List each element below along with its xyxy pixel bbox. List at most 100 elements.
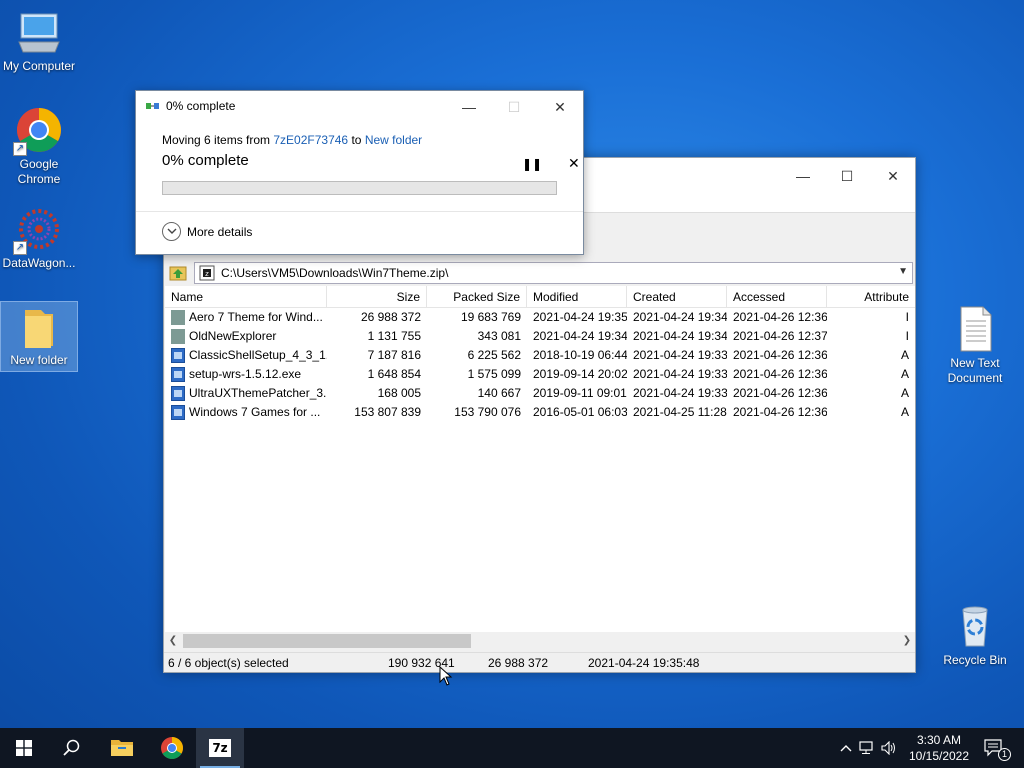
clock-date: 10/15/2022 <box>908 749 970 763</box>
file-accessed: 2021-04-26 12:36 <box>733 348 827 362</box>
file-accessed: 2021-04-26 12:36 <box>733 405 827 419</box>
cancel-icon[interactable]: ✕ <box>568 155 580 172</box>
zip-close-button[interactable]: ✕ <box>870 162 916 190</box>
file-name: Windows 7 Games for ... <box>189 405 321 419</box>
scroll-left-icon[interactable]: ❮ <box>165 632 181 650</box>
table-row[interactable]: Windows 7 Games for ... 153 807 839 153 … <box>165 403 915 422</box>
column-header-packed-size[interactable]: Packed Size <box>427 286 527 307</box>
table-row[interactable]: Aero 7 Theme for Wind... 26 988 372 19 6… <box>165 308 915 327</box>
shortcut-arrow-icon: ↗ <box>13 241 27 255</box>
file-packed-size: 1 575 099 <box>467 367 521 381</box>
file-packed-size: 6 225 562 <box>467 348 521 362</box>
up-folder-button[interactable] <box>166 262 190 284</box>
up-arrow-icon <box>169 266 187 281</box>
file-attribute: A <box>900 386 909 400</box>
progress-bar <box>162 181 557 195</box>
to-word: to <box>351 133 362 147</box>
table-row[interactable]: ClassicShellSetup_4_3_1.... 7 187 816 6 … <box>165 346 915 365</box>
table-row[interactable]: OldNewExplorer 1 131 755 343 081 2021-04… <box>165 327 915 346</box>
status-packed-size: 26 988 372 <box>488 656 549 670</box>
file-accessed: 2021-04-26 12:36 <box>733 367 827 381</box>
file-accessed: 2021-04-26 12:37 <box>733 329 827 343</box>
file-size: 1 648 854 <box>367 367 421 381</box>
desktop-icon-new-text-document[interactable]: New Text Document <box>937 305 1013 386</box>
file-size: 1 131 755 <box>367 329 421 343</box>
desktop-icon-datawagon[interactable]: ↗ DataWagon... <box>1 205 77 271</box>
status-bar: 6 / 6 object(s) selected 190 932 641 26 … <box>164 652 915 672</box>
chevron-up-icon[interactable] <box>836 741 856 755</box>
table-row[interactable]: UltraUXThemePatcher_3.... 168 005 140 66… <box>165 384 915 403</box>
file-packed-size: 140 667 <box>477 386 521 400</box>
search-button[interactable] <box>48 728 96 768</box>
taskbar-chrome[interactable] <box>148 728 196 768</box>
file-size: 26 988 372 <box>360 310 421 324</box>
address-bar[interactable]: z C:\Users\VM5\Downloads\Win7Theme.zip\ … <box>194 262 913 284</box>
network-icon[interactable] <box>856 741 878 755</box>
start-button[interactable] <box>0 728 48 768</box>
taskbar-file-explorer[interactable] <box>98 728 146 768</box>
taskbar: 7z 3:30 AM 10/15/2022 1 <box>0 728 1024 768</box>
file-name: OldNewExplorer <box>189 329 277 343</box>
file-modified: 2016-05-01 06:03 <box>533 405 627 419</box>
destination-link[interactable]: New folder <box>365 133 422 147</box>
zip-maximize-button[interactable]: ☐ <box>824 162 870 190</box>
executable-icon <box>171 348 185 363</box>
moving-prefix: Moving 6 items from <box>162 133 271 147</box>
folder-icon <box>15 306 63 350</box>
scroll-right-icon[interactable]: ❯ <box>899 632 915 650</box>
taskbar-7zip[interactable]: 7z <box>196 728 244 768</box>
desktop-icon-recycle-bin[interactable]: Recycle Bin <box>937 602 1013 668</box>
copy-progress-icon <box>146 103 159 109</box>
more-details-label: More details <box>187 224 253 239</box>
desktop-icon-label: Recycle Bin <box>943 653 1007 667</box>
scrollbar-thumb[interactable] <box>183 634 471 648</box>
chrome-icon: ↗ <box>13 106 63 156</box>
desktop-icon-google-chrome[interactable]: ↗ Google Chrome <box>1 106 77 187</box>
recycle-bin-icon <box>951 602 999 650</box>
desktop-icon-label: DataWagon... <box>2 256 76 270</box>
text-document-icon <box>951 305 999 353</box>
desktop-icon-new-folder[interactable]: New folder <box>0 301 78 372</box>
column-header-accessed[interactable]: Accessed <box>727 286 827 307</box>
horizontal-scrollbar[interactable]: ❮ ❯ <box>165 632 915 650</box>
table-row[interactable]: setup-wrs-1.5.12.exe 1 648 854 1 575 099… <box>165 365 915 384</box>
progress-body: Moving 6 items from 7zE02F73746 to New f… <box>162 133 580 171</box>
file-size: 153 807 839 <box>354 405 421 419</box>
datawagon-icon: ↗ <box>13 205 63 255</box>
file-attribute: I <box>905 329 909 343</box>
more-details-toggle[interactable]: More details <box>162 222 252 241</box>
shortcut-arrow-icon: ↗ <box>13 142 27 156</box>
7zip-label: 7z <box>212 741 228 755</box>
system-tray <box>836 728 900 768</box>
search-icon <box>63 739 80 756</box>
file-size: 7 187 816 <box>367 348 421 362</box>
file-packed-size: 343 081 <box>477 329 521 343</box>
progress-close-button[interactable]: ✕ <box>537 93 583 121</box>
desktop-icon-my-computer[interactable]: My Computer <box>1 8 77 74</box>
progress-title: 0% complete <box>166 99 236 113</box>
address-row: z C:\Users\VM5\Downloads\Win7Theme.zip\ … <box>164 260 915 286</box>
column-header-created[interactable]: Created <box>627 286 727 307</box>
file-created: 2021-04-24 19:34 <box>633 310 727 324</box>
column-header-name[interactable]: Name <box>165 286 327 307</box>
file-packed-size: 19 683 769 <box>460 310 521 324</box>
column-header-modified[interactable]: Modified <box>527 286 627 307</box>
volume-icon[interactable] <box>878 741 900 755</box>
chevron-down-icon[interactable]: ▼ <box>898 266 908 277</box>
pause-icon[interactable]: ❚❚ <box>522 157 542 171</box>
address-path: C:\Users\VM5\Downloads\Win7Theme.zip\ <box>221 266 449 280</box>
progress-maximize-button: ☐ <box>507 99 521 115</box>
file-list[interactable]: Name Size Packed Size Modified Created A… <box>165 286 915 650</box>
action-center-button[interactable]: 1 <box>972 728 1016 768</box>
column-header-size[interactable]: Size <box>327 286 427 307</box>
taskbar-clock[interactable]: 3:30 AM 10/15/2022 <box>906 732 972 764</box>
desktop-icon-label: New Text Document <box>947 356 1003 385</box>
progress-minimize-button[interactable]: — <box>446 93 492 121</box>
file-list-header: Name Size Packed Size Modified Created A… <box>165 286 915 308</box>
source-link[interactable]: 7zE02F73746 <box>273 133 348 147</box>
folder-icon <box>171 310 185 325</box>
column-header-attribute[interactable]: Attribute <box>827 286 915 307</box>
chevron-down-icon <box>162 222 181 241</box>
zip-minimize-button[interactable]: — <box>780 162 826 190</box>
progress-titlebar: 0% complete — ☐ ✕ <box>136 91 583 121</box>
